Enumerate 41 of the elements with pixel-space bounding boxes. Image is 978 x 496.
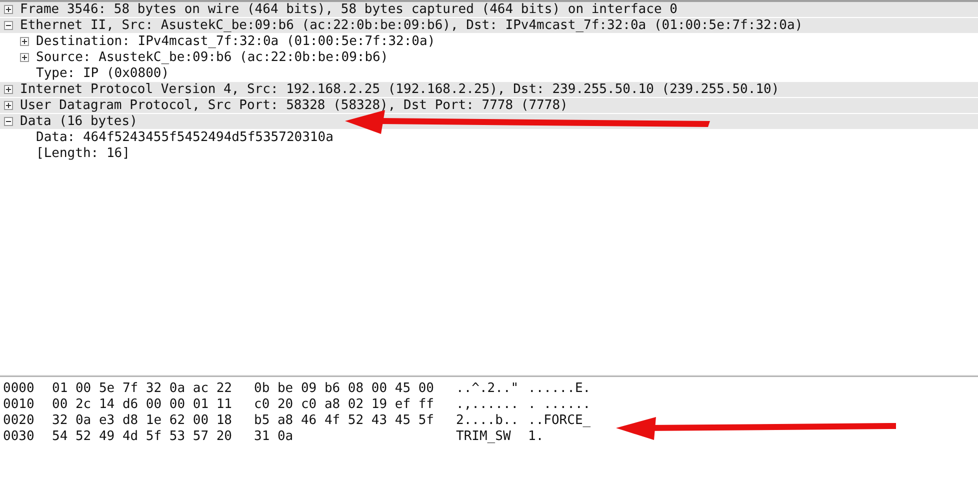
- ascii-text: ..^.2..": [456, 381, 520, 397]
- tree-row[interactable]: Internet Protocol Version 4, Src: 192.168.2.25 (192.168.2.25), Dst: 239.255.50.10 (239.255.50.10): [0, 82, 978, 98]
- tree-item-label[interactable]: Data: 464f5243455f5452494d5f535720310a: [36, 130, 334, 146]
- tree-item-label[interactable]: Data (16 bytes): [20, 114, 138, 130]
- collapse-icon[interactable]: [4, 117, 13, 126]
- byte-offset: 0030: [2, 429, 36, 445]
- hex-bytes: b5 a8 46 4f 52 43 45 5f: [254, 413, 436, 429]
- tree-item-label[interactable]: User Datagram Protocol, Src Port: 58328 (58328), Dst Port: 7778 (7778): [20, 98, 568, 114]
- hex-bytes: 54 52 49 4d 5f 53 57 20: [52, 429, 234, 445]
- tree-item-label[interactable]: Ethernet II, Src: AsustekC_be:09:b6 (ac:22:0b:be:09:b6), Dst: IPv4mcast_7f:32:0a (01:00:5e:7f:32:0a): [20, 18, 803, 34]
- tree-item-label[interactable]: Type: IP (0x0800): [36, 66, 170, 82]
- byte-offset: 0000: [2, 381, 36, 397]
- expand-icon[interactable]: [4, 101, 13, 110]
- tree-row[interactable]: Frame 3546: 58 bytes on wire (464 bits), 58 bytes captured (464 bits) on interface 0: [0, 2, 978, 18]
- hex-bytes: c0 20 c0 a8 02 19 ef ff: [254, 397, 436, 413]
- tree-row[interactable]: User Datagram Protocol, Src Port: 58328 (58328), Dst Port: 7778 (7778): [0, 98, 978, 114]
- byte-offset: 0020: [2, 413, 36, 429]
- expand-icon[interactable]: [20, 53, 29, 62]
- tree-row[interactable]: Ethernet II, Src: AsustekC_be:09:b6 (ac:22:0b:be:09:b6), Dst: IPv4mcast_7f:32:0a (01:00:5e:7f:32:0a): [0, 18, 978, 34]
- collapse-icon[interactable]: [4, 21, 13, 30]
- ascii-text: .,......: [456, 397, 520, 413]
- tree-item-label[interactable]: Internet Protocol Version 4, Src: 192.168.2.25 (192.168.2.25), Dst: 239.255.50.10 (239.255.50.10): [20, 82, 780, 98]
- hex-bytes: 00 2c 14 d6 00 00 01 11: [52, 397, 234, 413]
- expand-icon[interactable]: [20, 37, 29, 46]
- hex-bytes: 31 0a: [254, 429, 294, 445]
- ascii-text: ..FORCE_: [528, 413, 592, 429]
- ascii-text: 2....b..: [456, 413, 520, 429]
- hex-bytes: 0b be 09 b6 08 00 45 00: [254, 381, 436, 397]
- ascii-text: 1.: [528, 429, 545, 445]
- tree-item-label[interactable]: Source: AsustekC_be:09:b6 (ac:22:0b:be:09:b6): [36, 50, 388, 66]
- hex-bytes: 01 00 5e 7f 32 0a ac 22: [52, 381, 234, 397]
- expand-icon[interactable]: [4, 85, 13, 94]
- tree-item-label[interactable]: [Length: 16]: [36, 146, 130, 162]
- byte-offset: 0010: [2, 397, 36, 413]
- ascii-text: ......E.: [528, 381, 592, 397]
- ascii-text: TRIM_SW: [456, 429, 512, 445]
- expand-icon[interactable]: [4, 5, 13, 14]
- hex-bytes: 32 0a e3 d8 1e 62 00 18: [52, 413, 234, 429]
- tree-item-label[interactable]: Frame 3546: 58 bytes on wire (464 bits), 58 bytes captured (464 bits) on interface 0: [20, 2, 678, 18]
- ascii-text: . ......: [528, 397, 592, 413]
- tree-item-label[interactable]: Destination: IPv4mcast_7f:32:0a (01:00:5e:7f:32:0a): [36, 34, 436, 50]
